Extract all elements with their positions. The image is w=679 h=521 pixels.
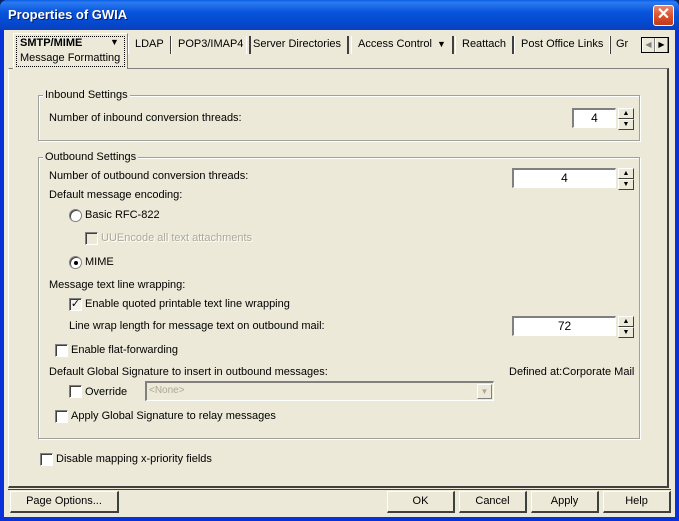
tab-ldap[interactable]: LDAP	[128, 36, 172, 54]
group-legend: Outbound Settings	[43, 151, 139, 163]
tab-scroll-buttons: ◀ ▶	[641, 37, 669, 53]
page-options-button[interactable]: Page Options...	[10, 491, 119, 513]
defined-at-label: Defined at:Corporate Mail	[509, 366, 635, 378]
spin-down-icon[interactable]: ▼	[618, 119, 634, 130]
tab-label: Reattach	[462, 38, 507, 50]
properties-dialog: Properties of GWIA ✕ SMTP/MIME ▼ Message…	[0, 0, 679, 521]
disable-mapping-label[interactable]: Disable mapping x-priority fields	[56, 453, 212, 465]
override-label[interactable]: Override	[85, 386, 127, 398]
checkbox-uuencode[interactable]	[85, 232, 98, 245]
close-button[interactable]: ✕	[653, 5, 674, 26]
scroll-right-icon[interactable]: ▶	[655, 38, 668, 52]
uuencode-label: UUEncode all text attachments	[101, 232, 253, 244]
scroll-left-icon[interactable]: ◀	[642, 38, 655, 52]
chevron-down-icon[interactable]: ▼	[477, 384, 492, 399]
signature-label: Default Global Signature to insert in ou…	[49, 366, 328, 378]
chevron-down-icon[interactable]: ▼	[437, 39, 446, 49]
mime-label[interactable]: MIME	[85, 256, 114, 268]
checkbox-disable-mapping[interactable]	[40, 453, 53, 466]
tab-strip: SMTP/MIME ▼ Message Formatting LDAP POP3…	[9, 33, 669, 69]
chevron-down-icon[interactable]: ▼	[110, 37, 119, 47]
inbound-threads-input[interactable]: 4	[572, 108, 616, 128]
title-bar[interactable]: Properties of GWIA ✕	[0, 0, 679, 30]
tab-label: Gr	[616, 38, 629, 50]
wrap-length-spinner[interactable]: 72 ▲ ▼	[512, 316, 634, 338]
window-title: Properties of GWIA	[8, 7, 128, 22]
checkbox-enable-qp[interactable]: ✓	[69, 298, 82, 311]
tab-label: LDAP	[135, 38, 164, 50]
tab-label: Server Directories	[253, 38, 342, 50]
tab-smtp-mime[interactable]: SMTP/MIME ▼ Message Formatting	[13, 33, 128, 69]
inbound-threads-label: Number of inbound conversion threads:	[49, 112, 242, 124]
apply-button[interactable]: Apply	[531, 491, 599, 513]
signature-select[interactable]: <None> ▼	[145, 381, 494, 401]
radio-mime[interactable]	[69, 256, 82, 269]
spin-up-icon[interactable]: ▲	[618, 316, 634, 327]
tab-label: Post Office Links	[521, 38, 604, 50]
cancel-button[interactable]: Cancel	[459, 491, 527, 513]
flat-forwarding-label[interactable]: Enable flat-forwarding	[71, 344, 178, 356]
radio-basic-rfc822[interactable]	[69, 209, 82, 222]
checkbox-flat-forwarding[interactable]	[55, 344, 68, 357]
spin-up-icon[interactable]: ▲	[618, 108, 634, 119]
wrap-length-label: Line wrap length for message text on out…	[69, 320, 325, 332]
tab-label: Access Control	[358, 38, 432, 50]
help-button[interactable]: Help	[603, 491, 671, 513]
basic-rfc822-label[interactable]: Basic RFC-822	[85, 209, 160, 221]
tab-access-control[interactable]: Access Control ▼	[351, 36, 454, 54]
spin-up-icon[interactable]: ▲	[618, 168, 634, 179]
tab-pop3-imap4[interactable]: POP3/IMAP4	[171, 36, 252, 54]
tab-panel: Inbound Settings Number of inbound conve…	[8, 68, 669, 488]
tab-label: POP3/IMAP4	[178, 38, 244, 50]
ok-button[interactable]: OK	[387, 491, 455, 513]
tab-reattach[interactable]: Reattach	[455, 36, 515, 54]
tab-gr-truncated[interactable]: Gr	[609, 36, 639, 54]
inbound-settings-group: Inbound Settings Number of inbound conve…	[38, 89, 640, 141]
outbound-threads-label: Number of outbound conversion threads:	[49, 170, 249, 182]
outbound-threads-input[interactable]: 4	[512, 168, 616, 188]
tab-post-office-links[interactable]: Post Office Links	[514, 36, 612, 54]
tab-sublabel: Message Formatting	[20, 52, 121, 64]
radio-selected-dot	[74, 261, 78, 265]
tab-label: SMTP/MIME	[20, 37, 83, 49]
enable-qp-label[interactable]: Enable quoted printable text line wrappi…	[85, 298, 290, 310]
spin-down-icon[interactable]: ▼	[618, 327, 634, 338]
spin-down-icon[interactable]: ▼	[618, 179, 634, 190]
check-icon: ✓	[70, 298, 81, 310]
apply-relay-label[interactable]: Apply Global Signature to relay messages	[71, 410, 276, 422]
outbound-settings-group: Outbound Settings Number of outbound con…	[38, 151, 640, 439]
tab-server-directories[interactable]: Server Directories	[246, 36, 350, 54]
inbound-threads-spinner[interactable]: 4 ▲ ▼	[572, 108, 634, 130]
group-legend: Inbound Settings	[43, 89, 130, 101]
wrap-length-input[interactable]: 72	[512, 316, 616, 336]
wrapping-label: Message text line wrapping:	[49, 279, 186, 291]
dialog-client: SMTP/MIME ▼ Message Formatting LDAP POP3…	[4, 30, 675, 517]
checkbox-apply-relay[interactable]	[55, 410, 68, 423]
outbound-threads-spinner[interactable]: 4 ▲ ▼	[512, 168, 634, 190]
encoding-label: Default message encoding:	[49, 189, 183, 201]
checkbox-override[interactable]	[69, 385, 82, 398]
signature-select-value: <None>	[149, 385, 185, 396]
close-icon: ✕	[656, 6, 671, 23]
